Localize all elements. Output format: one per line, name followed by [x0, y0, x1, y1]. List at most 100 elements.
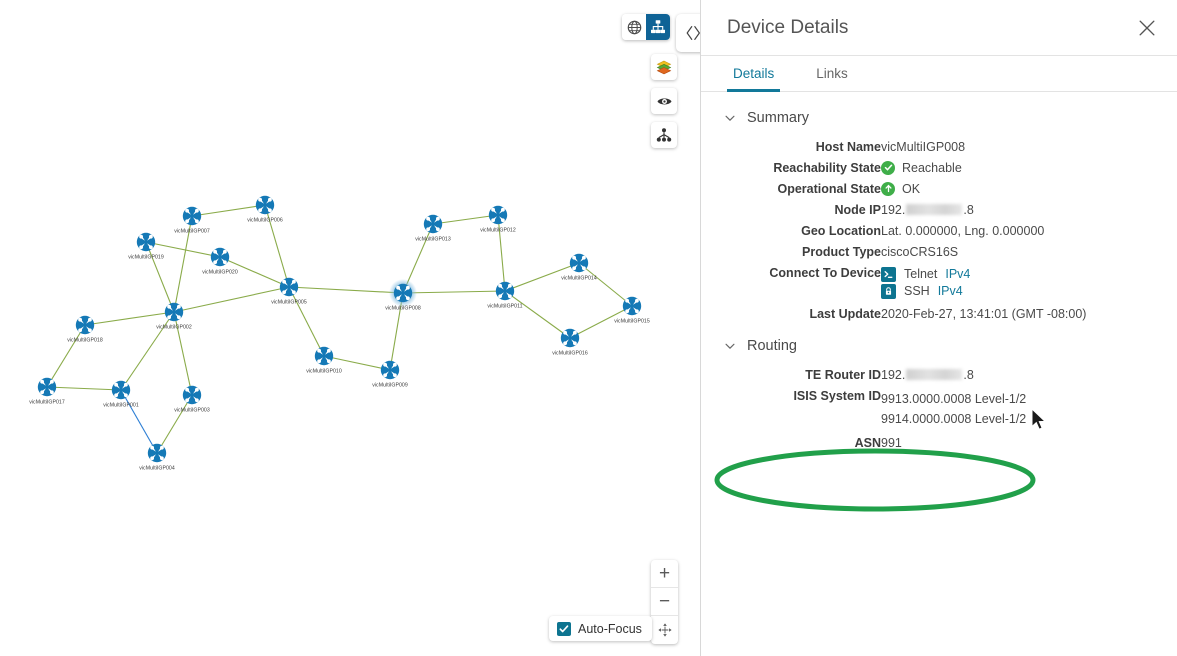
topology-node[interactable]: vicMultiIGP016: [552, 328, 588, 357]
router-icon: [147, 443, 167, 463]
ssh-ipv4-link[interactable]: IPv4: [938, 284, 963, 298]
row-last-update: Last Update 2020-Feb-27, 13:41:01 (GMT -…: [723, 303, 1157, 324]
topology-node-label: vicMultiIGP018: [67, 338, 103, 344]
router-icon: [569, 253, 589, 273]
topology-link[interactable]: [191, 204, 266, 217]
isis-system-id-value-2: 9914.0000.0008 Level-1/2: [881, 411, 1027, 426]
topology-canvas[interactable]: vicMultiIGP007 vicMultiIGP006 vicMultiIGP0…: [0, 0, 700, 656]
chevron-down-icon: [723, 111, 737, 125]
isis-system-id-label: ISIS System ID: [793, 388, 881, 403]
zoom-controls[interactable]: + −: [651, 560, 678, 644]
page-title: Device Details: [727, 16, 849, 38]
network-topology-map[interactable]: vicMultiIGP007 vicMultiIGP006 vicMultiIGP0…: [0, 0, 700, 656]
topology-node-label: vicMultiIGP010: [306, 369, 342, 375]
topology-node[interactable]: vicMultiIGP004: [139, 443, 175, 472]
topology-node[interactable]: vicMultiIGP002: [156, 302, 192, 331]
topology-node[interactable]: vicMultiIGP009: [372, 360, 408, 389]
topology-node[interactable]: vicMultiIGP010: [306, 346, 342, 375]
topology-node[interactable]: vicMultiIGP020: [202, 247, 238, 276]
hierarchy-icon[interactable]: [651, 122, 677, 148]
topology-node[interactable]: vicMultiIGP017: [29, 377, 65, 406]
tab-links[interactable]: Links: [810, 57, 854, 92]
routing-section-header[interactable]: Routing: [723, 338, 1157, 354]
router-icon: [393, 283, 413, 303]
topology-link[interactable]: [145, 241, 175, 313]
topology-link[interactable]: [84, 311, 175, 326]
router-icon: [182, 206, 202, 226]
row-connect-to-device: Connect To Device Telnet IPv4 SSH IPv4: [723, 262, 1157, 303]
tab-details[interactable]: Details: [727, 57, 781, 92]
node-ip-value: 192. .8: [881, 199, 1157, 220]
telnet-ipv4-link[interactable]: IPv4: [945, 267, 970, 281]
topology-link[interactable]: [46, 324, 86, 388]
topology-node-label: vicMultiIGP004: [139, 466, 175, 472]
topology-node-label: vicMultiIGP002: [156, 325, 192, 331]
topology-link[interactable]: [497, 214, 506, 292]
topology-node[interactable]: vicMultiIGP019: [128, 232, 164, 261]
fit-to-screen-icon[interactable]: [651, 616, 678, 644]
topology-link[interactable]: [288, 286, 404, 294]
close-icon[interactable]: [1135, 16, 1159, 40]
row-te-router-id: TE Router ID 192. .8: [723, 364, 1157, 385]
topology-node-label: vicMultiIGP006: [247, 218, 283, 224]
collapse-panel-button[interactable]: [676, 14, 700, 52]
panel-tabs[interactable]: Details Links: [701, 56, 1177, 92]
topology-link[interactable]: [432, 214, 499, 225]
topology-node-label: vicMultiIGP015: [614, 319, 650, 325]
connection-ssh[interactable]: SSH IPv4: [881, 283, 1157, 300]
topology-node[interactable]: vicMultiIGP018: [67, 315, 103, 344]
topology-node-label: vicMultiIGP019: [128, 255, 164, 261]
node-ip-label: Node IP: [834, 202, 881, 217]
topology-node[interactable]: vicMultiIGP012: [480, 205, 516, 234]
geo-location-label: Geo Location: [801, 223, 881, 238]
topology-link[interactable]: [46, 386, 122, 391]
operational-label: Operational State: [777, 181, 882, 196]
row-host-name: Host Name vicMultiIGP008: [723, 136, 1157, 157]
topology-node-label: vicMultiIGP016: [552, 351, 588, 357]
topology-node[interactable]: vicMultiIGP015: [614, 296, 650, 325]
topology-link[interactable]: [120, 389, 158, 454]
globe-icon[interactable]: [622, 14, 646, 40]
topology-link[interactable]: [504, 290, 571, 339]
auto-focus-toggle[interactable]: Auto-Focus: [549, 616, 652, 641]
topology-node[interactable]: vicMultiIGP006: [247, 195, 283, 224]
summary-section-title: Summary: [747, 110, 810, 126]
topology-node-label: vicMultiIGP014: [561, 276, 597, 282]
topology-node[interactable]: vicMultiIGP008: [385, 279, 421, 312]
topology-node[interactable]: vicMultiIGP007: [174, 206, 210, 235]
connection-telnet[interactable]: Telnet IPv4: [881, 266, 1157, 283]
zoom-in-button[interactable]: +: [651, 560, 678, 588]
check-circle-icon: [881, 160, 895, 175]
row-isis-system-id: ISIS System ID 9913.0000.0008 Level-1/2 …: [723, 385, 1157, 432]
router-icon: [255, 195, 275, 215]
topology-link[interactable]: [578, 262, 633, 307]
map-tool-stack[interactable]: [651, 54, 677, 148]
topology-link[interactable]: [156, 394, 193, 454]
router-icon: [279, 277, 299, 297]
te-router-id-suffix: .8: [963, 367, 974, 382]
eye-icon[interactable]: [651, 88, 677, 114]
topology-node[interactable]: vicMultiIGP001: [103, 380, 139, 409]
topology-link[interactable]: [402, 290, 506, 294]
router-icon: [622, 296, 642, 316]
layers-icon[interactable]: [651, 54, 677, 80]
topology-link[interactable]: [288, 286, 325, 357]
topology-node[interactable]: vicMultiIGP003: [174, 385, 210, 414]
node-ip-suffix: .8: [963, 202, 974, 217]
router-icon: [164, 302, 184, 322]
map-view-toolbar[interactable]: [622, 14, 700, 52]
topology-icon[interactable]: [646, 14, 670, 40]
topology-nodes[interactable]: vicMultiIGP007 vicMultiIGP006 vicMultiIGP0…: [29, 195, 650, 472]
te-router-id-label: TE Router ID: [805, 367, 881, 382]
topology-node[interactable]: vicMultiIGP013: [415, 214, 451, 243]
zoom-out-button[interactable]: −: [651, 588, 678, 616]
topology-node-label: vicMultiIGP012: [480, 228, 516, 234]
auto-focus-checkbox[interactable]: [557, 621, 571, 636]
topology-node-label: vicMultiIGP008: [385, 306, 421, 312]
summary-section-header[interactable]: Summary: [723, 110, 1157, 126]
device-details-screen: vicMultiIGP007 vicMultiIGP006 vicMultiIGP0…: [0, 0, 1177, 656]
panel-body: Summary Host Name vicMultiIGP008 Reachab…: [701, 92, 1177, 453]
te-router-id-prefix: 192.: [881, 367, 906, 382]
router-icon: [37, 377, 57, 397]
map-mode-toggle-group[interactable]: [622, 14, 670, 40]
